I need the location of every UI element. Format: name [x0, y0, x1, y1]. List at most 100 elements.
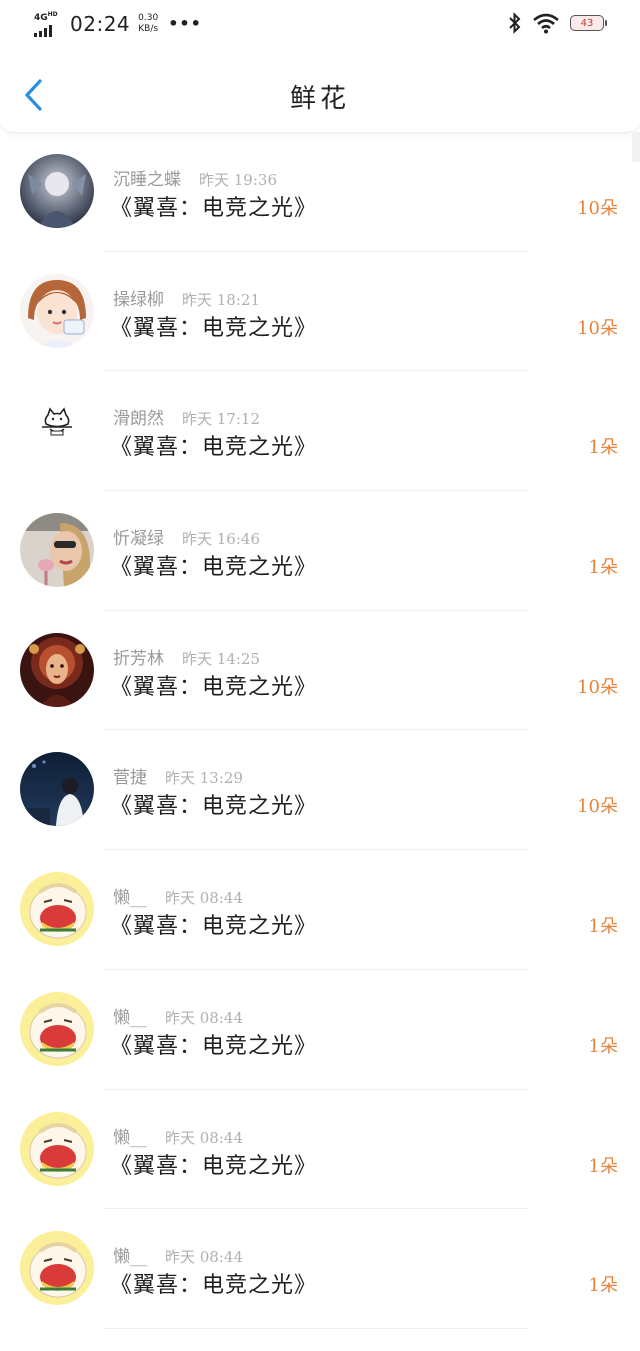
- list-item[interactable]: 沉睡之蝶 昨天 19:36 《翼喜：电竞之光》 10朵: [0, 132, 640, 252]
- sender-line: 滑朗然 昨天 17:12: [113, 404, 260, 429]
- send-time: 昨天 19:36: [199, 171, 277, 189]
- send-time: 昨天 08:44: [165, 1128, 243, 1147]
- wifi-icon: [533, 13, 559, 34]
- network-indicator: 4GHD: [34, 10, 64, 37]
- clock: 02:24: [70, 11, 131, 36]
- sender-line: 懒__ 昨天 08:44: [113, 883, 243, 908]
- sender-line: 忻凝绿 昨天 16:46: [113, 524, 260, 549]
- avatar[interactable]: [20, 991, 94, 1066]
- nav-bar: 鲜花: [0, 50, 640, 133]
- book-title: 《翼喜：电竞之光》: [110, 1273, 318, 1299]
- speed-value: 0.30: [138, 12, 159, 23]
- sender-name: 滑朗然: [113, 409, 164, 430]
- flower-count: 1朵: [588, 437, 618, 459]
- flower-count: 1朵: [588, 916, 618, 938]
- cat-doodle-avatar-icon: [20, 393, 94, 468]
- sender-name: 菅捷: [113, 768, 147, 789]
- avatar[interactable]: [20, 1111, 94, 1186]
- send-time: 昨天 13:29: [165, 769, 243, 788]
- flower-count: 10朵: [577, 796, 618, 818]
- status-bar: 4GHD 02:24 0.30 KB/s ••• 43: [0, 0, 640, 50]
- status-left: 4GHD 02:24 0.30 KB/s •••: [34, 10, 202, 37]
- status-right: 43: [508, 12, 607, 34]
- sender-line: 菅捷 昨天 13:29: [113, 763, 243, 788]
- sender-line: 懒__ 昨天 08:44: [113, 1003, 243, 1028]
- sender-name: 操绿柳: [113, 289, 164, 310]
- list-item[interactable]: 懒__ 昨天 08:44 《翼喜：电竞之光》 1朵: [0, 1090, 640, 1210]
- avatar[interactable]: [20, 872, 94, 947]
- night-city-avatar-icon: [20, 752, 94, 827]
- sender-name: 懒__: [113, 1007, 147, 1028]
- battery-level: 43: [580, 17, 594, 29]
- yellow-sticker-avatar-icon: [20, 991, 94, 1066]
- yellow-sticker-avatar-icon: [20, 1231, 94, 1306]
- send-time: 昨天 08:44: [165, 1248, 243, 1267]
- yellow-sticker-avatar-icon: [20, 872, 94, 947]
- dark-fantasy-avatar-icon: [20, 154, 94, 228]
- flower-count: 1朵: [588, 557, 618, 579]
- send-time: 昨天 18:21: [182, 290, 260, 309]
- avatar[interactable]: [20, 273, 94, 348]
- flower-count: 1朵: [588, 1275, 618, 1297]
- book-title: 《翼喜：电竞之光》: [110, 435, 318, 461]
- avatar[interactable]: [20, 154, 94, 228]
- book-title: 《翼喜：电竞之光》: [110, 914, 318, 940]
- avatar[interactable]: [20, 752, 94, 827]
- sender-line: 沉睡之蝶 昨天 19:36: [113, 165, 277, 190]
- sender-line: 操绿柳 昨天 18:21: [113, 285, 260, 310]
- sender-name: 懒__: [113, 888, 147, 909]
- book-title: 《翼喜：电竞之光》: [110, 1153, 318, 1179]
- send-time: 昨天 08:44: [165, 1008, 243, 1027]
- list-item[interactable]: 懒__ 昨天 08:44 《翼喜：电竞之光》 1朵: [0, 850, 640, 970]
- send-time: 昨天 16:46: [182, 530, 260, 549]
- list-item[interactable]: 滑朗然 昨天 17:12 《翼喜：电竞之光》 1朵: [0, 371, 640, 492]
- avatar[interactable]: [20, 513, 94, 588]
- flower-count: 1朵: [588, 1035, 618, 1057]
- flower-count: 1朵: [588, 1155, 618, 1177]
- list-item[interactable]: 菅捷 昨天 13:29 《翼喜：电竞之光》 10朵: [0, 730, 640, 851]
- woman-photo-avatar-icon: [20, 513, 94, 588]
- sender-name: 沉睡之蝶: [113, 170, 181, 190]
- avatar[interactable]: [20, 632, 94, 707]
- book-title: 《翼喜：电竞之光》: [110, 794, 318, 820]
- flower-count: 10朵: [577, 198, 618, 219]
- ornate-art-avatar-icon: [20, 632, 94, 707]
- network-speed: 0.30 KB/s: [138, 13, 158, 35]
- sender-line: 折芳林 昨天 14:25: [113, 644, 260, 669]
- list-item[interactable]: 懒__ 昨天 08:44 《翼喜：电竞之光》 1朵: [0, 970, 640, 1090]
- network-hd-label: HD: [47, 11, 58, 18]
- list-item[interactable]: 懒__ 昨天 08:44 《翼喜：电竞之光》 1朵: [0, 1209, 640, 1329]
- page-title: 鲜花: [289, 84, 350, 114]
- list-item[interactable]: 折芳林 昨天 14:25 《翼喜：电竞之光》 10朵: [0, 611, 640, 731]
- book-title: 《翼喜：电竞之光》: [110, 555, 318, 581]
- send-time: 昨天 14:25: [182, 649, 260, 668]
- sender-line: 懒__ 昨天 08:44: [113, 1242, 243, 1267]
- more-notifications-icon: •••: [168, 14, 202, 33]
- speed-unit: KB/s: [138, 23, 159, 34]
- network-label: 4G: [34, 13, 48, 23]
- sender-name: 折芳林: [113, 648, 164, 669]
- list-item[interactable]: 操绿柳 昨天 18:21 《翼喜：电竞之光》 10朵: [0, 252, 640, 372]
- list-item[interactable]: 忻凝绿 昨天 16:46 《翼喜：电竞之光》 1朵: [0, 491, 640, 611]
- send-time: 昨天 08:44: [165, 889, 243, 908]
- network-type: 4GHD: [34, 10, 58, 23]
- bluetooth-icon: [509, 12, 521, 34]
- flower-count: 10朵: [577, 317, 618, 339]
- battery-icon: 43: [570, 15, 607, 31]
- sender-line: 懒__ 昨天 08:44: [113, 1123, 243, 1148]
- cartoon-girl-avatar-icon: [20, 273, 94, 348]
- book-title: 《翼喜：电竞之光》: [110, 315, 318, 341]
- book-title: 《翼喜：电竞之光》: [110, 1033, 318, 1059]
- sender-name: 忻凝绿: [113, 529, 164, 550]
- yellow-sticker-avatar-icon: [20, 1111, 94, 1186]
- avatar[interactable]: [20, 1231, 94, 1306]
- divider: [103, 1327, 528, 1329]
- book-title: 《翼喜：电竞之光》: [110, 196, 318, 221]
- avatar[interactable]: [20, 393, 94, 468]
- send-time: 昨天 17:12: [182, 410, 260, 429]
- flower-count: 10朵: [577, 676, 618, 698]
- gift-record-list: 沉睡之蝶 昨天 19:36 《翼喜：电竞之光》 10朵 操绿柳 昨天 18:21 《…: [0, 132, 640, 1329]
- sender-name: 懒__: [113, 1247, 147, 1268]
- signal-icon: [34, 25, 52, 37]
- book-title: 《翼喜：电竞之光》: [110, 674, 318, 700]
